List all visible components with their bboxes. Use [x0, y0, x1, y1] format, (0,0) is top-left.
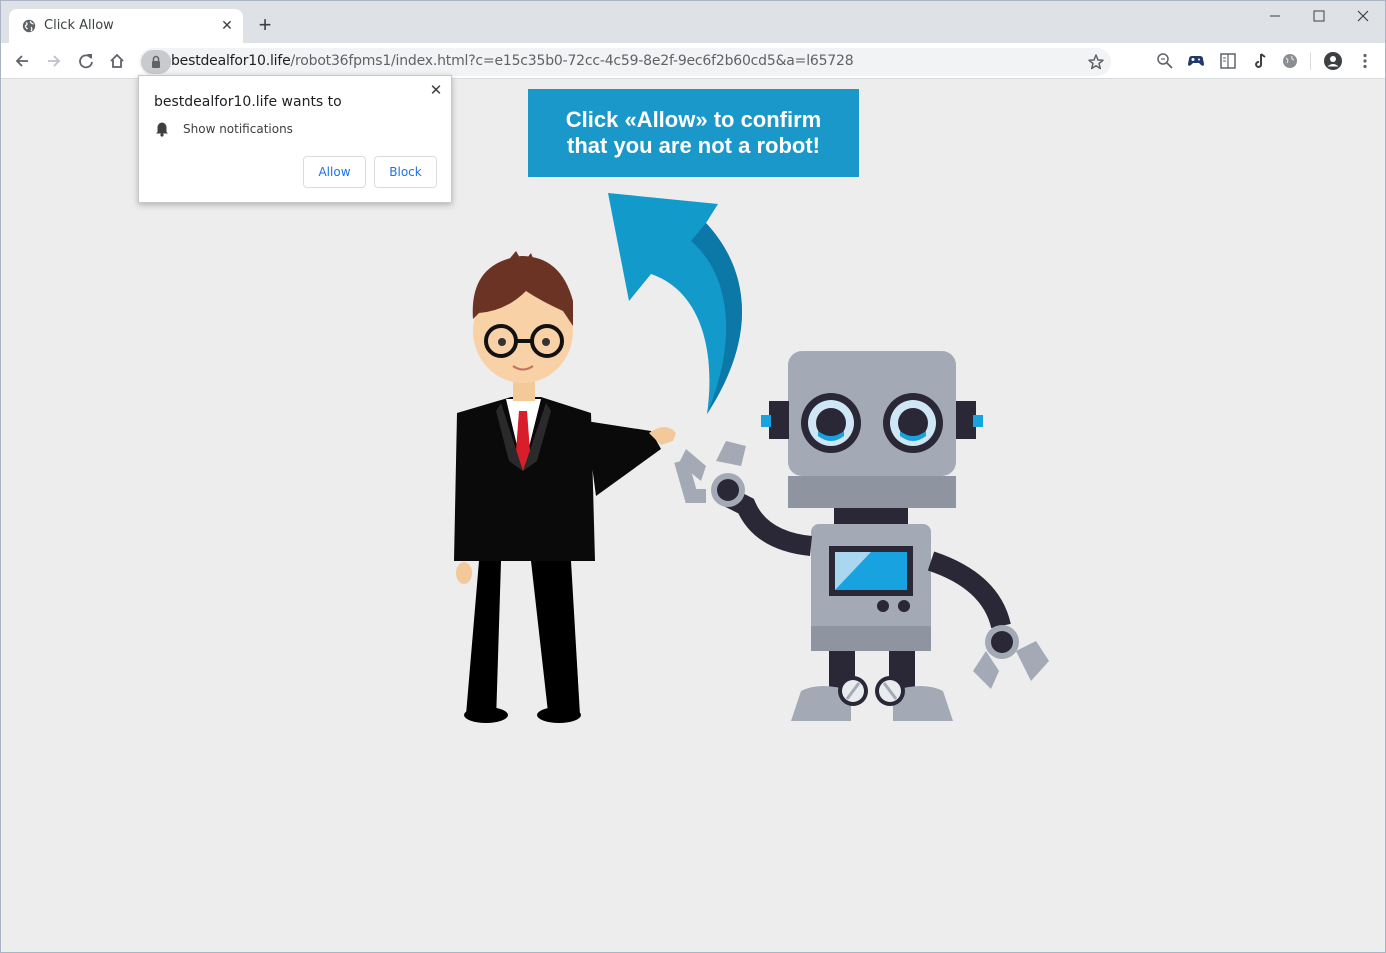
zoom-icon[interactable]	[1155, 51, 1175, 71]
permission-label: Show notifications	[183, 122, 293, 136]
address-bar[interactable]: bestdealfor10.life/robot36fpms1/index.ht…	[139, 48, 1111, 76]
music-extension-icon[interactable]	[1249, 51, 1269, 71]
browser-window: Click Allow ✕ + bestdealfor10.life/robot…	[0, 0, 1386, 953]
minimize-icon[interactable]	[1253, 5, 1297, 27]
notification-permission-popup: bestdealfor10.life wants to ✕ Show notif…	[138, 75, 452, 203]
popup-close-icon[interactable]: ✕	[427, 82, 445, 100]
menu-kebab-icon[interactable]	[1355, 51, 1375, 71]
site-info-button[interactable]	[141, 50, 171, 74]
url-text: bestdealfor10.life/robot36fpms1/index.ht…	[171, 53, 854, 69]
banner-line-1: Click «Allow» to confirm	[565, 107, 822, 132]
businessman-illustration	[454, 251, 676, 723]
allow-instruction-banner[interactable]: Click «Allow» to confirm that you are no…	[528, 89, 859, 177]
url-domain: bestdealfor10.life	[171, 53, 291, 69]
gamepad-extension-icon[interactable]	[1186, 51, 1206, 71]
allow-button[interactable]: Allow	[303, 156, 366, 188]
block-button[interactable]: Block	[374, 156, 437, 188]
bookmark-star-icon[interactable]	[1086, 52, 1106, 72]
banner-line-2: that you are not a robot!	[567, 133, 820, 158]
lock-icon	[152, 55, 160, 68]
popup-heading: bestdealfor10.life wants to	[154, 94, 342, 110]
tab-strip: Click Allow ✕ +	[1, 1, 1385, 43]
curved-arrow-illustration	[608, 193, 743, 414]
close-tab-icon[interactable]: ✕	[219, 17, 235, 33]
man-and-robot-illustration	[454, 193, 1049, 723]
new-tab-icon[interactable]: +	[255, 14, 275, 36]
reader-extension-icon[interactable]	[1218, 51, 1238, 71]
forward-icon[interactable]	[43, 50, 65, 72]
url-path: /robot36fpms1/index.html?c=e15c35b0-72cc…	[290, 53, 854, 69]
home-icon[interactable]	[106, 50, 128, 72]
browser-tab[interactable]: Click Allow ✕	[9, 9, 243, 43]
back-icon[interactable]	[11, 50, 33, 72]
reload-icon[interactable]	[75, 50, 97, 72]
close-window-icon[interactable]	[1341, 5, 1385, 27]
tab-title: Click Allow	[44, 18, 114, 33]
globe-icon	[22, 19, 36, 33]
bell-icon	[156, 122, 168, 137]
globe-extension-icon[interactable]	[1280, 51, 1300, 71]
toolbar-divider	[1310, 52, 1311, 70]
robot-illustration	[674, 351, 1049, 721]
maximize-icon[interactable]	[1297, 5, 1341, 27]
browser-toolbar: bestdealfor10.life/robot36fpms1/index.ht…	[1, 43, 1385, 79]
profile-avatar-icon[interactable]	[1323, 51, 1343, 71]
